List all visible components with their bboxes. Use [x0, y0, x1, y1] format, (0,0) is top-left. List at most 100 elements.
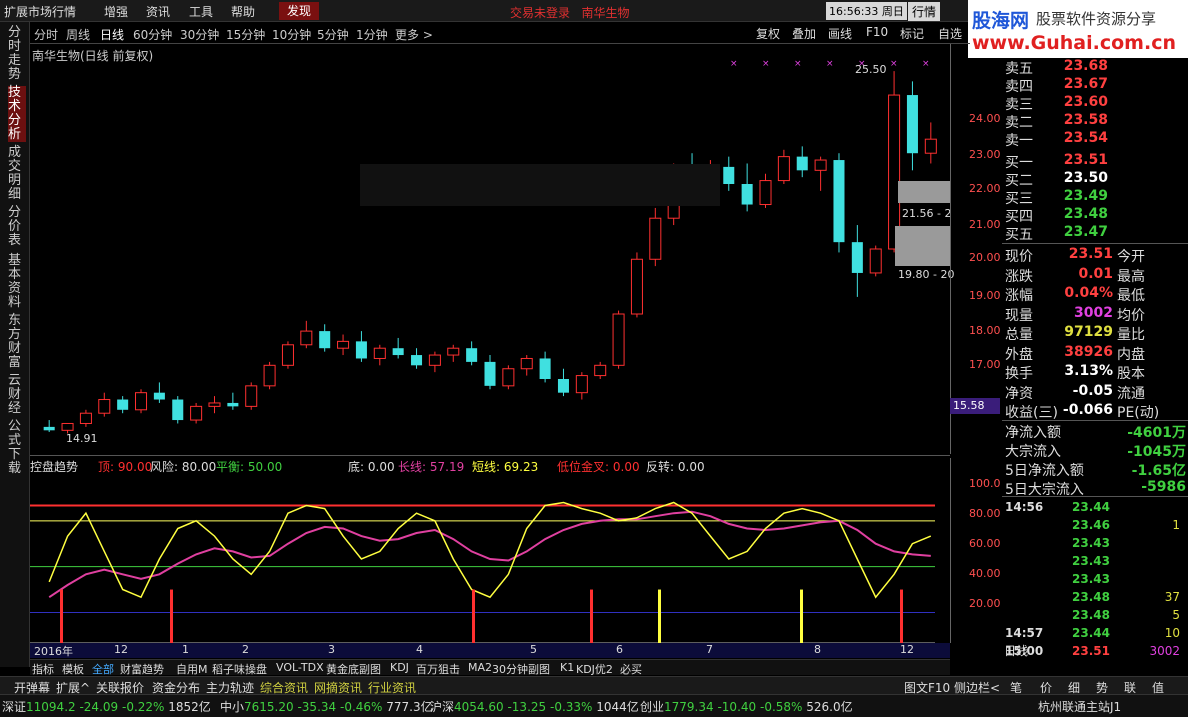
tab-eastmoney[interactable]: 东方财富: [8, 314, 26, 370]
period-10min[interactable]: 10分钟: [272, 26, 311, 43]
period-more[interactable]: 更多 >: [395, 26, 433, 43]
ind-tab[interactable]: 30分钟副图: [492, 661, 550, 677]
tab-fundamentals[interactable]: 基本资料: [8, 254, 26, 310]
candle: [612, 313, 625, 366]
candle: [649, 217, 662, 260]
stat-row: 外盘 38926 内盘: [1002, 344, 1188, 363]
book-label: 卖一: [1005, 133, 1033, 149]
f10-button[interactable]: F10: [866, 25, 888, 39]
tab-yuncaijing[interactable]: 云财经: [8, 374, 26, 416]
ind-tab[interactable]: 财富趋势: [120, 661, 164, 677]
period-1min[interactable]: 1分钟: [356, 26, 388, 43]
index-change: -35.34: [297, 700, 337, 714]
ask-row[interactable]: 卖四 23.67: [1002, 76, 1188, 95]
date-label: 6: [616, 643, 623, 656]
y-tick: 23.00: [969, 148, 1001, 161]
bid-row[interactable]: 买一 23.51: [1002, 152, 1188, 171]
draw-button[interactable]: 画线: [828, 25, 852, 42]
ind-param-label: 底: [348, 460, 361, 474]
market-button[interactable]: 行情: [908, 2, 941, 21]
stat-label2: PE(动): [1117, 405, 1160, 421]
candle: [924, 138, 937, 154]
ind-tab[interactable]: 稻子味操盘: [212, 661, 267, 677]
candlestick-chart[interactable]: × × × × × × ×: [30, 44, 950, 454]
ask-row[interactable]: 卖五 23.68: [1002, 58, 1188, 77]
ask-row[interactable]: 卖二 23.58: [1002, 112, 1188, 131]
candle: [300, 330, 313, 346]
flow-label: 大宗流入: [1005, 444, 1061, 460]
period-60min[interactable]: 60分钟: [133, 26, 172, 43]
ind-tab[interactable]: 百万狙击: [416, 661, 460, 677]
tab-technical[interactable]: 技术分析: [8, 86, 26, 142]
indicator-chart[interactable]: [30, 475, 950, 643]
bid-row[interactable]: 买三 23.49: [1002, 188, 1188, 207]
ind-tab[interactable]: 自用M: [176, 661, 208, 677]
tab-price-table[interactable]: 分价表: [8, 206, 26, 248]
ask-row[interactable]: 卖一 23.54: [1002, 130, 1188, 149]
ind-param-value: 90.00: [117, 460, 153, 474]
ind-tab[interactable]: VOL-TDX: [276, 661, 324, 674]
ind-tab[interactable]: 模板: [62, 661, 84, 677]
ind-tab[interactable]: MA2: [468, 661, 492, 674]
tick-volume: 3002: [1149, 644, 1180, 658]
menu-enhance[interactable]: 增强: [104, 3, 128, 20]
stat-value: 3002: [1074, 304, 1113, 321]
candle: [575, 375, 588, 394]
tab-formula[interactable]: 公式下载: [8, 420, 26, 476]
bid-row[interactable]: 买二 23.50: [1002, 170, 1188, 189]
index-item[interactable]: 沪深4054.60 -13.25 -0.33% 1044亿: [430, 698, 639, 715]
indicator-tab-bar: 指标 模板 全部 财富趋势 自用M 稻子味操盘 VOL-TDX 黄金底副图 KD…: [30, 659, 950, 677]
index-item[interactable]: 创业1779.34 -10.40 -0.58% 526.0亿: [640, 698, 853, 715]
adjust-button[interactable]: 复权: [756, 25, 780, 42]
period-5min[interactable]: 5分钟: [317, 26, 349, 43]
ask-row[interactable]: 卖三 23.60: [1002, 94, 1188, 113]
menu-help[interactable]: 帮助: [231, 3, 255, 20]
book-label: 买一: [1005, 155, 1033, 171]
menu-news[interactable]: 资讯: [146, 3, 170, 20]
period-15min[interactable]: 15分钟: [226, 26, 265, 43]
period-week[interactable]: 周线: [66, 26, 90, 43]
mark-button[interactable]: 标记: [900, 25, 924, 42]
ind-tick: 100.0: [969, 477, 1001, 490]
book-price: 23.49: [1063, 188, 1108, 204]
ind-tick: 20.00: [969, 597, 1001, 610]
menu-tools[interactable]: 工具: [189, 3, 213, 20]
index-item[interactable]: 深证11094.2 -24.09 -0.22% 1852亿: [2, 698, 211, 715]
book-price: 23.58: [1063, 112, 1108, 128]
bid-row[interactable]: 买五 23.47: [1002, 224, 1188, 243]
flow-row: 5日净流入额 -1.65亿: [1002, 460, 1188, 479]
menu-discover[interactable]: 发现: [279, 2, 319, 20]
index-item[interactable]: 中小7615.20 -35.34 -0.46% 777.3亿: [220, 698, 433, 715]
ind-tab[interactable]: 指标: [32, 661, 54, 677]
tab-intraday[interactable]: 分时走势: [8, 26, 26, 82]
watchlist-button[interactable]: 自选: [938, 25, 962, 42]
indicator-name[interactable]: 控盘趋势: [30, 458, 78, 475]
stat-value: 23.51: [1068, 246, 1113, 262]
signal-mark: ×: [762, 59, 770, 69]
candle: [466, 348, 478, 362]
ind-tab[interactable]: KDJ: [390, 661, 409, 674]
stat-value: 0.04%: [1064, 285, 1113, 301]
period-intraday[interactable]: 分时: [34, 26, 58, 43]
stat-label2: 均价: [1117, 307, 1145, 324]
tick-row: 23.43: [1002, 554, 1188, 572]
ind-tab[interactable]: KDJ优2: [576, 661, 613, 677]
function-bar: 开弹幕 扩展^ 关联报价 资金分布 主力轨迹 综合资讯 网摘资讯 行业资讯 图文…: [0, 676, 1188, 695]
candle: [319, 331, 331, 349]
period-day[interactable]: 日线: [100, 26, 124, 43]
stat-value: 0.01: [1078, 265, 1113, 282]
ind-tab[interactable]: K1: [560, 661, 574, 674]
ind-tab[interactable]: 必买: [620, 661, 642, 677]
period-30min[interactable]: 30分钟: [180, 26, 219, 43]
candle: [117, 399, 129, 410]
candle: [906, 95, 918, 154]
ind-tab[interactable]: 黄金底副图: [326, 661, 381, 677]
stat-label: 现量: [1005, 307, 1033, 324]
bid-row[interactable]: 买四 23.48: [1002, 206, 1188, 225]
ind-tab[interactable]: 全部: [92, 661, 114, 677]
menu-market[interactable]: 扩展市场行情: [4, 3, 76, 20]
overlay-button[interactable]: 叠加: [792, 25, 816, 42]
tab-trades[interactable]: 成交明细: [8, 146, 26, 202]
candle: [245, 385, 258, 407]
ind-tick: 40.00: [969, 567, 1001, 580]
